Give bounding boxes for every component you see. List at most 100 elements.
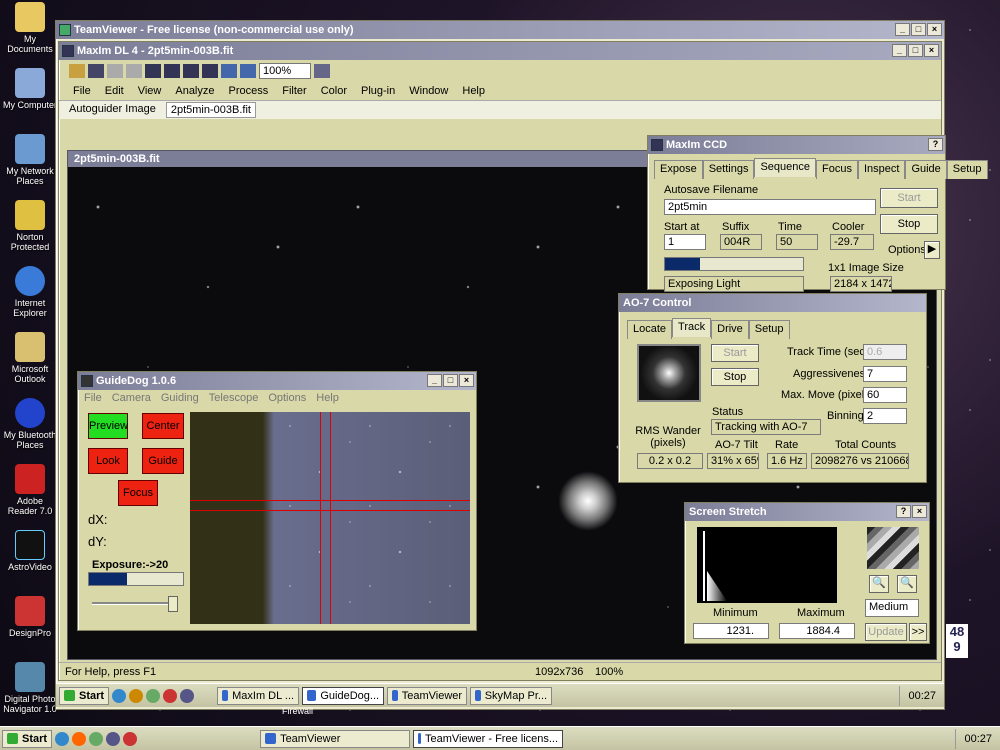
image-icon[interactable] [145,64,161,78]
maxim-minimize-button[interactable]: _ [892,44,907,57]
ccd-titlebar[interactable]: MaxIm CCD? [648,136,945,154]
tab-focus[interactable]: Focus [816,160,858,179]
open-icon[interactable] [69,64,85,78]
desktop-icon-outlook[interactable]: Microsoft Outlook [2,332,58,384]
binning-input[interactable]: 2 [863,408,907,424]
stretch-close-button[interactable]: × [912,505,927,518]
aggr-input[interactable]: 7 [863,366,907,382]
quicklaunch-app-icon[interactable] [163,688,178,703]
guide-camera-view[interactable] [190,412,470,624]
maximize-button[interactable]: □ [911,23,926,36]
gd-menu-help[interactable]: Help [316,392,339,404]
desktop-icon-my-computer[interactable]: My Computer [2,68,58,110]
desktop-icon-ie[interactable]: Internet Explorer [2,266,58,318]
ao7-stop-button[interactable]: Stop [711,368,759,386]
tab-setup[interactable]: Setup [946,160,988,179]
menu-help[interactable]: Help [462,85,485,97]
gd-menu-guiding[interactable]: Guiding [161,392,199,404]
menu-edit[interactable]: Edit [105,85,124,97]
undo-icon[interactable] [107,64,123,78]
minimum-input[interactable]: 1231. [693,623,769,639]
desktop-icon-bluetooth[interactable]: My Bluetooth Places [2,398,58,450]
menu-color[interactable]: Color [321,85,347,97]
tab-settings[interactable]: Settings [702,160,755,179]
gd-maximize-button[interactable]: □ [443,374,458,387]
ccd-icon[interactable] [183,64,199,78]
task-guidedog[interactable]: GuideDog... [302,686,385,705]
teamviewer-titlebar[interactable]: TeamViewer - Free license (non-commercia… [56,21,944,39]
maxim-maximize-button[interactable]: □ [908,44,923,57]
outer-start-button[interactable]: Start [2,729,53,748]
more-button[interactable]: >> [909,623,927,641]
zoom-select[interactable]: 100% [259,63,311,79]
telescope-icon[interactable] [202,64,218,78]
desktop-icon-my-documents[interactable]: My Documents [2,2,58,54]
tab-track[interactable]: Track [672,318,712,337]
help-icon[interactable] [314,64,330,78]
autosave-input[interactable]: 2pt5min [664,199,876,215]
gd-menu-options[interactable]: Options [268,392,306,404]
guide-button[interactable]: Guide [142,448,184,474]
tab-drive[interactable]: Drive [711,320,749,339]
outer-tool-icon[interactable] [123,731,138,746]
menu-filter[interactable]: Filter [282,85,306,97]
menu-process[interactable]: Process [229,85,269,97]
maximum-input[interactable]: 1884.4 [779,623,855,639]
gd-menu-file[interactable]: File [84,392,102,404]
minimize-button[interactable]: _ [895,23,910,36]
maxim-titlebar[interactable]: MaxIm DL 4 - 2pt5min-003B.fit _ □ × [59,42,941,60]
zoom-in-icon[interactable] [221,64,237,78]
exposure-slider[interactable] [92,596,178,612]
redo-icon[interactable] [126,64,142,78]
menu-analyze[interactable]: Analyze [175,85,214,97]
inner-start-button[interactable]: Start [59,686,110,705]
outer-app-icon[interactable] [72,731,87,746]
save-icon[interactable] [88,64,104,78]
focus-button[interactable]: Focus [118,480,158,506]
center-button[interactable]: Center [142,413,184,439]
zoom-in-button[interactable]: 🔍 [869,575,889,593]
track-time-input[interactable]: 0.6 [863,344,907,360]
desktop-icon-designpro[interactable]: DesignPro [2,596,58,638]
stretch-titlebar[interactable]: Screen Stretch? × [685,503,929,521]
desktop-icon-photo-navigator[interactable]: Digital Photo Navigator 1.0 [2,662,58,714]
guidedog-titlebar[interactable]: GuideDog 1.0.6 _ □ × [78,372,476,390]
desktop-icon-norton[interactable]: Norton Protected [2,200,58,252]
menu-view[interactable]: View [138,85,162,97]
gd-minimize-button[interactable]: _ [427,374,442,387]
maxim-close-button[interactable]: × [924,44,939,57]
stretch-mode-select[interactable]: Medium [865,599,919,617]
ccd-start-button[interactable]: Start [880,188,938,208]
menu-plugin[interactable]: Plug-in [361,85,395,97]
start-at-input[interactable]: 1 [664,234,706,250]
stretch-icon[interactable] [164,64,180,78]
look-button[interactable]: Look [88,448,128,474]
outer-mail-icon[interactable] [106,731,121,746]
maxmove-input[interactable]: 60 [863,387,907,403]
outer-task-teamviewer-session[interactable]: TeamViewer - Free licens... [413,729,564,748]
gd-close-button[interactable]: × [459,374,474,387]
preview-button[interactable]: Preview [88,413,128,439]
ccd-stop-button[interactable]: Stop [880,214,938,234]
ao7-titlebar[interactable]: AO-7 Control [619,294,926,312]
ao7-start-button[interactable]: Start [711,344,759,362]
quicklaunch-media-icon[interactable] [129,688,144,703]
stretch-help-button[interactable]: ? [896,505,911,518]
ccd-help-button[interactable]: ? [928,138,943,151]
tab-ao7-setup[interactable]: Setup [748,320,790,339]
desktop-icon-adobe[interactable]: Adobe Reader 7.0 [2,464,58,516]
update-button[interactable]: Update [865,623,907,641]
tab-autoguider-image[interactable]: Autoguider Image [65,102,160,118]
task-teamviewer[interactable]: TeamViewer [387,686,468,705]
desktop-icon-astrovideo[interactable]: AstroVideo [2,530,58,572]
quicklaunch-ie-icon[interactable] [112,688,127,703]
menu-file[interactable]: File [73,85,91,97]
tab-image[interactable]: 2pt5min-003B.fit [165,102,256,118]
outer-task-teamviewer[interactable]: TeamViewer [260,729,411,748]
desktop-icon-network[interactable]: My Network Places [2,134,58,186]
quicklaunch-mail-icon[interactable] [180,688,195,703]
outer-ie-icon[interactable] [55,731,70,746]
tab-expose[interactable]: Expose [654,160,703,179]
zoom-out-icon[interactable] [240,64,256,78]
tab-guide[interactable]: Guide [905,160,947,179]
